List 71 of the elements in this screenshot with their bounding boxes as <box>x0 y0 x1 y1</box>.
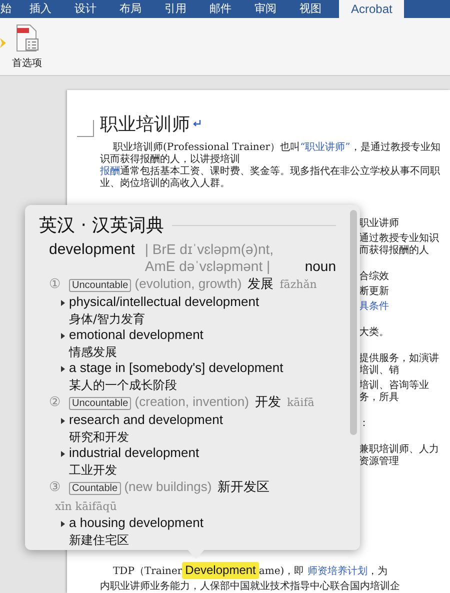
link[interactable]: 报酬 <box>100 166 120 177</box>
paragraph-text: 通过教授专业知识而获得报酬的人 <box>359 233 440 257</box>
pinyin: fāzhǎn <box>280 277 317 293</box>
document-settings-icon <box>14 24 40 52</box>
lookup-word-label: Development <box>182 562 259 579</box>
paragraph-text: 职业讲师 <box>359 218 400 230</box>
bullet-icon <box>61 418 65 424</box>
document-title: 职业培训师 <box>100 113 190 136</box>
example-translation: 工业开发 <box>69 462 118 478</box>
ribbon-tab[interactable]: 布局 <box>108 0 153 18</box>
dictionary-title: 英汉 · 汉英词典 <box>39 214 164 237</box>
paragraph-text: 合综效 <box>359 271 390 283</box>
link[interactable]: 具条件 <box>359 301 447 313</box>
return-icon <box>192 120 202 128</box>
ribbon-tab[interactable]: Acrobat <box>339 0 404 18</box>
sense-number: ③ <box>49 479 61 494</box>
sense-number: ② <box>49 394 61 409</box>
headword: development <box>49 241 135 258</box>
ribbon-tab[interactable]: 邮件 <box>198 0 243 18</box>
paragraph-text: 提供服务，如演讲培训、销 <box>359 353 440 377</box>
bullet-icon <box>61 333 65 339</box>
translation: 开发 <box>254 395 281 410</box>
link[interactable]: “职业讲师” <box>300 142 350 153</box>
translation: 发展 <box>248 277 274 292</box>
example-phrase: emotional development <box>69 327 204 344</box>
sparkle-icon <box>0 38 6 48</box>
paragraph-text: TDP（Trainer Development ame)，即 师资培养计划，为 <box>112 562 388 579</box>
example-phrase: physical/intellectual development <box>69 294 260 310</box>
sense-gloss: (new buildings) <box>124 479 212 494</box>
paragraph-text: 兼职培训师、人力资源管理 <box>359 444 440 468</box>
bullet-icon <box>61 451 65 457</box>
pinyin: xīn kāifāqū <box>55 499 117 515</box>
paragraph-text: 内职业讲师业务能力，人保部中国就业技术指导中心联合国内培训企 <box>100 580 401 593</box>
example-phrase: industrial development <box>69 445 200 462</box>
bullet-icon <box>61 521 65 527</box>
link[interactable]: 师资培养计划 <box>307 566 368 577</box>
ribbon-tab[interactable]: 始 <box>0 0 18 18</box>
paragraph-text: 职业培训师(Professional Trainer）也叫“职业讲师”，是通过教授专业知识而获得报酬的人，以讲授培训 <box>100 142 442 166</box>
part-of-speech: noun <box>304 258 336 275</box>
ribbon-tab[interactable]: 设计 <box>63 0 108 18</box>
example-translation: 研究和开发 <box>69 428 130 445</box>
grammar-tag: Uncountable <box>69 397 132 410</box>
bullet-icon <box>61 366 65 372</box>
scrollbar-thumb[interactable] <box>350 210 357 435</box>
preferences-button[interactable]: 首选项 <box>12 24 42 70</box>
example-translation: 身体/智力发育 <box>69 310 146 327</box>
paragraph-text: 大类。 <box>359 327 390 339</box>
sense-gloss: (evolution, growth) <box>134 276 242 291</box>
paragraph-text: ： <box>359 418 370 430</box>
pinyin: kāifā <box>286 395 314 411</box>
paragraph-text: 报酬通常包括基本工资、课时费、奖金等。现多指代在非公立学校从事不同职业、岗位培训的高收入人群。 <box>100 166 441 190</box>
pronunciation: | BrE dɪˈvɛləpm(ə)nt, AmE dəˈvɛləpmənt | <box>144 241 275 275</box>
ribbon-tab[interactable]: 引用 <box>153 0 198 18</box>
example-translation: 新建住宅区 <box>69 532 130 548</box>
paragraph-text: 培训、咨询等业务，所具 <box>359 380 430 404</box>
translation: 新开发区 <box>218 480 270 495</box>
example-translation: 某人的一个成长阶段 <box>69 376 178 393</box>
ribbon-tab[interactable]: 审阅 <box>243 0 288 18</box>
example-phrase: research and development <box>69 412 224 428</box>
grammar-tag: Uncountable <box>69 279 132 292</box>
grammar-tag: Countable <box>69 482 121 495</box>
crop-mark <box>77 120 94 137</box>
example-phrase: a stage in [somebody's] development <box>69 360 284 376</box>
bullet-icon <box>61 300 65 306</box>
example-translation: 情感发展 <box>69 344 118 360</box>
ribbon-tab[interactable]: 插入 <box>18 0 63 18</box>
popup-pointer <box>187 549 205 559</box>
example-phrase: a housing development <box>69 515 204 532</box>
sense-number: ① <box>49 276 61 291</box>
ribbon-tab[interactable]: 视图 <box>288 0 333 18</box>
sense-gloss: (creation, invention) <box>134 394 249 409</box>
